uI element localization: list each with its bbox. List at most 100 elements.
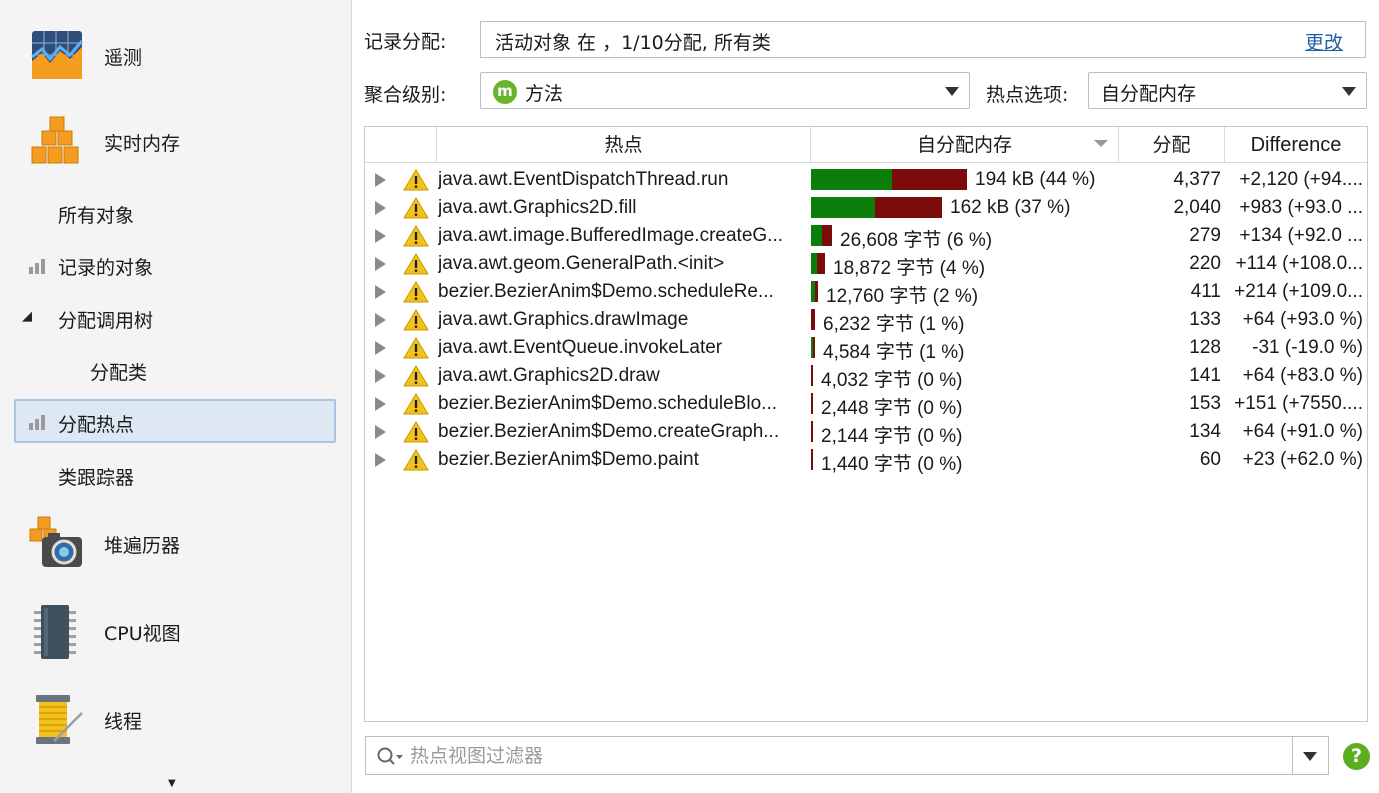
- table-row[interactable]: java.awt.Graphics2D.draw 4,032 字节 (0 %) 14…: [365, 362, 1367, 391]
- difference-value: +983 (+93.0 ...: [1239, 197, 1363, 218]
- change-recording-link[interactable]: 更改: [1305, 28, 1343, 55]
- allocations-value: 2,040: [1173, 197, 1221, 218]
- hotspot-method: java.awt.geom.GeneralPath.<init>: [438, 253, 725, 274]
- expand-arrow-icon[interactable]: [375, 285, 386, 299]
- expand-arrow-icon[interactable]: [375, 173, 386, 187]
- column-header-spacer: [365, 127, 437, 163]
- expand-arrow-icon[interactable]: [375, 397, 386, 411]
- memory-bar-red: [875, 197, 942, 218]
- self-alloc-memory-value: 194 kB (44 %): [975, 169, 1096, 190]
- expand-arrow-icon[interactable]: [375, 369, 386, 383]
- sidebar-item-allocation-classes[interactable]: 分配类: [0, 348, 352, 392]
- warning-icon: [403, 225, 429, 247]
- expand-arrow-icon[interactable]: [375, 313, 386, 327]
- telemetry-icon: [31, 31, 84, 79]
- sidebar-section-label: 堆遍历器: [104, 534, 181, 557]
- sidebar-item-all-objects[interactable]: 所有对象: [0, 191, 352, 235]
- dropdown-arrow-icon: [945, 87, 959, 96]
- live-memory-icon: [31, 116, 79, 164]
- difference-value: +114 (+108.0...: [1235, 253, 1363, 274]
- column-header-self-alloc-memory[interactable]: 自分配内存: [811, 127, 1119, 163]
- sidebar-item-recorded-objects[interactable]: 记录的对象: [0, 243, 352, 287]
- table-row[interactable]: java.awt.Graphics2D.fill 162 kB (37 %) 2,0…: [365, 194, 1367, 222]
- warning-icon: [403, 365, 429, 387]
- warning-icon: [403, 309, 429, 331]
- hotspot-method: java.awt.image.BufferedImage.createG...: [438, 225, 783, 246]
- self-alloc-memory-value: 6,232 字节 (1 %): [823, 314, 965, 335]
- hotspot-method: java.awt.EventDispatchThread.run: [438, 169, 729, 190]
- expand-arrow-icon[interactable]: [375, 201, 386, 215]
- hotspot-method: java.awt.Graphics2D.fill: [438, 197, 637, 218]
- sidebar-section-telemetry[interactable]: 遥测: [0, 26, 352, 86]
- aggregation-level-select[interactable]: m 方法: [480, 72, 970, 109]
- hotspot-method: bezier.BezierAnim$Demo.scheduleRe...: [438, 281, 774, 302]
- hotspot-options-label: 热点选项:: [986, 84, 1069, 106]
- bar-chart-icon: [29, 415, 45, 430]
- table-row[interactable]: java.awt.Graphics.drawImage 6,232 字节 (1 %…: [365, 306, 1367, 335]
- recording-label: 记录分配:: [364, 31, 447, 53]
- search-icon[interactable]: [376, 746, 404, 768]
- table-row[interactable]: bezier.BezierAnim$Demo.scheduleBlo... 2,4…: [365, 390, 1367, 419]
- aggregation-level-label: 聚合级别:: [364, 84, 447, 106]
- filter-input[interactable]: [410, 743, 1280, 769]
- hotspot-options-value: 自分配内存: [1101, 83, 1197, 105]
- sidebar-item-label: 记录的对象: [58, 257, 154, 279]
- column-header-allocations[interactable]: 分配: [1119, 127, 1225, 163]
- self-alloc-memory-value: 2,144 字节 (0 %): [821, 426, 963, 447]
- scroll-down-arrow-icon[interactable]: ▼: [168, 778, 176, 789]
- memory-bar-green: [811, 225, 822, 246]
- sidebar-item-allocation-hotspots[interactable]: 分配热点: [14, 399, 336, 443]
- expand-arrow-icon[interactable]: [375, 341, 386, 355]
- sidebar-item-label: 分配调用树: [58, 310, 154, 332]
- aggregation-level-value: 方法: [525, 83, 564, 105]
- column-header-difference[interactable]: Difference: [1225, 127, 1367, 163]
- memory-bar-red: [813, 337, 815, 358]
- warning-icon: [403, 281, 429, 303]
- sidebar-section-cpu-views[interactable]: CPU视图: [0, 602, 352, 662]
- memory-bar-red: [815, 281, 818, 302]
- sidebar-item-class-tracker[interactable]: 类跟踪器: [0, 453, 352, 497]
- self-alloc-memory-value: 4,032 字节 (0 %): [821, 370, 963, 391]
- difference-value: +23 (+62.0 %): [1242, 449, 1363, 470]
- sidebar-item-allocation-call-tree[interactable]: ◢ 分配调用树: [0, 296, 352, 340]
- memory-bar-red: [892, 169, 967, 190]
- collapse-triangle-icon[interactable]: ◢: [22, 309, 32, 324]
- table-row[interactable]: java.awt.geom.GeneralPath.<init> 18,872 字…: [365, 250, 1367, 279]
- expand-arrow-icon[interactable]: [375, 425, 386, 439]
- difference-value: +64 (+83.0 %): [1242, 365, 1363, 386]
- table-row[interactable]: bezier.BezierAnim$Demo.scheduleRe... 12,7…: [365, 278, 1367, 307]
- sidebar-section-heap-walker[interactable]: 堆遍历器: [0, 514, 352, 574]
- table-row[interactable]: java.awt.EventQueue.invokeLater 4,584 字节 …: [365, 334, 1367, 363]
- column-header-hotspot[interactable]: 热点: [437, 127, 811, 163]
- table-row[interactable]: bezier.BezierAnim$Demo.createGraph... 2,1…: [365, 418, 1367, 447]
- table-row[interactable]: bezier.BezierAnim$Demo.paint 1,440 字节 (0 …: [365, 446, 1367, 475]
- hotspot-method: java.awt.Graphics2D.draw: [438, 365, 660, 386]
- hotspot-options-select[interactable]: 自分配内存: [1088, 72, 1367, 109]
- expand-arrow-icon[interactable]: [375, 257, 386, 271]
- filter-history-dropdown[interactable]: [1292, 737, 1328, 774]
- column-header-label: 自分配内存: [916, 134, 1012, 156]
- table-row[interactable]: java.awt.image.BufferedImage.createG... 2…: [365, 222, 1367, 251]
- sidebar-item-label: 类跟踪器: [58, 467, 135, 489]
- self-alloc-memory-value: 4,584 字节 (1 %): [823, 342, 965, 363]
- allocations-value: 141: [1189, 365, 1221, 386]
- sidebar-item-label: 分配热点: [58, 414, 135, 436]
- difference-value: +64 (+93.0 %): [1242, 309, 1363, 330]
- sidebar-section-live-memory[interactable]: 实时内存: [0, 112, 352, 172]
- hotspot-method: java.awt.EventQueue.invokeLater: [438, 337, 723, 358]
- difference-value: -31 (-19.0 %): [1252, 337, 1363, 358]
- expand-arrow-icon[interactable]: [375, 229, 386, 243]
- warning-icon: [403, 337, 429, 359]
- hotspot-method: java.awt.Graphics.drawImage: [438, 309, 689, 330]
- difference-value: +151 (+7550....: [1234, 393, 1363, 414]
- dropdown-arrow-icon: [1342, 87, 1356, 96]
- help-icon[interactable]: ?: [1343, 743, 1370, 770]
- sidebar-section-label: 实时内存: [104, 132, 181, 155]
- memory-bar-red: [811, 365, 813, 386]
- warning-icon: [403, 393, 429, 415]
- dropdown-arrow-icon: [1303, 752, 1317, 761]
- expand-arrow-icon[interactable]: [375, 453, 386, 467]
- sidebar-section-threads[interactable]: 线程: [0, 690, 352, 750]
- table-row[interactable]: java.awt.EventDispatchThread.run 194 kB (…: [365, 166, 1367, 194]
- warning-icon: [403, 169, 429, 191]
